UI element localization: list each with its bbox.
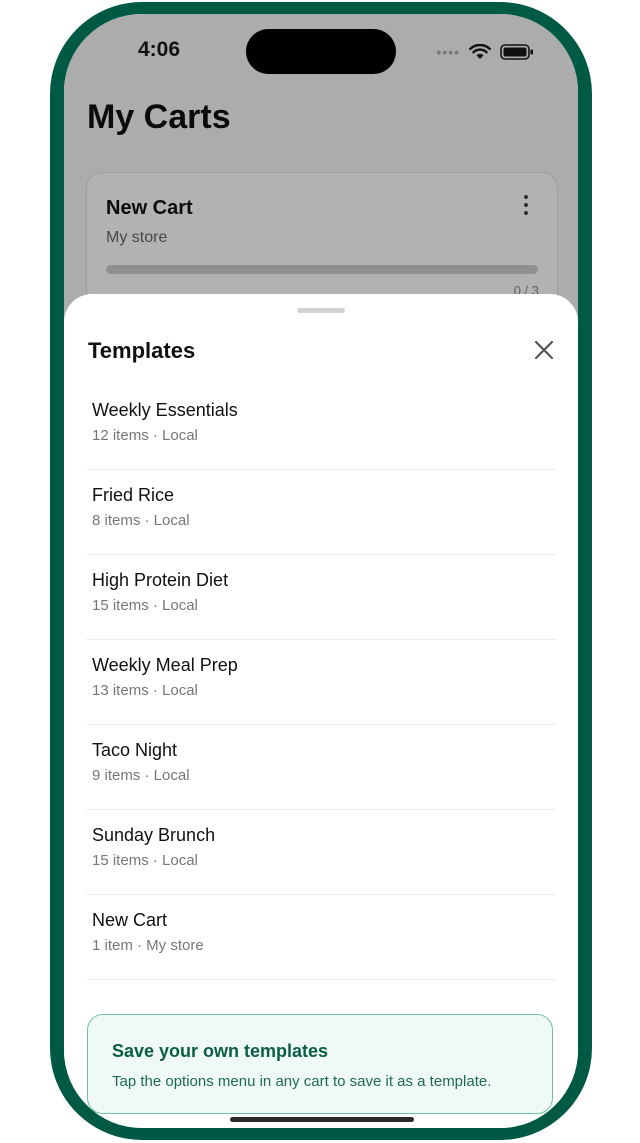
template-meta: 12 items · Local (92, 427, 198, 444)
template-title: High Protein Diet (92, 570, 229, 590)
signal-icon: •••• (436, 44, 460, 60)
sheet-title: Templates (88, 338, 196, 363)
template-meta: 9 items · Local (92, 767, 190, 784)
dynamic-island (246, 29, 396, 74)
template-title: Weekly Essentials (92, 400, 238, 420)
wifi-icon (469, 44, 491, 60)
tip-body: Tap the options menu in any cart to save… (112, 1073, 492, 1090)
template-item-high-protein-diet[interactable]: High Protein Diet 15 items · Local (86, 555, 556, 640)
template-meta: 1 item · My store (92, 937, 204, 954)
template-item-fried-rice[interactable]: Fried Rice 8 items · Local (86, 470, 556, 555)
templates-list: Weekly Essentials 12 items · Local Fried… (86, 385, 556, 980)
tip-title: Save your own templates (112, 1041, 329, 1061)
home-indicator[interactable] (230, 1117, 414, 1122)
close-button[interactable] (532, 338, 556, 362)
template-meta: 15 items · Local (92, 852, 198, 869)
template-meta: 8 items · Local (92, 512, 190, 529)
template-meta: 13 items · Local (92, 682, 198, 699)
template-title: Taco Night (92, 740, 178, 760)
template-title: Weekly Meal Prep (92, 655, 238, 675)
sheet-grabber[interactable] (297, 308, 345, 313)
status-time: 4:06 (138, 38, 181, 61)
screen: My Carts New Cart My store 0 / 3 4:06 ••… (64, 14, 578, 1128)
template-item-weekly-essentials[interactable]: Weekly Essentials 12 items · Local (86, 385, 556, 470)
template-item-weekly-meal-prep[interactable]: Weekly Meal Prep 13 items · Local (86, 640, 556, 725)
template-title: Fried Rice (92, 485, 175, 505)
template-item-taco-night[interactable]: Taco Night 9 items · Local (86, 725, 556, 810)
template-item-new-cart[interactable]: New Cart 1 item · My store (86, 895, 556, 980)
template-title: Sunday Brunch (92, 825, 216, 845)
template-meta: 15 items · Local (92, 597, 198, 614)
template-item-sunday-brunch[interactable]: Sunday Brunch 15 items · Local (86, 810, 556, 895)
close-icon (534, 340, 554, 360)
save-templates-tip: Save your own templates Tap the options … (87, 1014, 553, 1114)
status-icons: •••• (436, 42, 534, 62)
battery-icon (500, 44, 534, 60)
template-title: New Cart (92, 910, 168, 930)
templates-sheet: Templates Weekly Essentials 12 items · L… (64, 294, 578, 1128)
